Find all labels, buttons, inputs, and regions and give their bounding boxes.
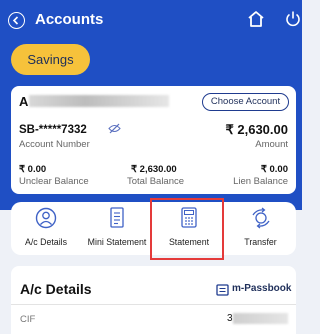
section-title: A/c Details bbox=[20, 281, 92, 297]
masked-name bbox=[29, 95, 169, 107]
total-balance-label: Total Balance bbox=[127, 176, 185, 187]
statement-highlight-box bbox=[150, 198, 224, 260]
document-icon bbox=[110, 207, 124, 228]
unclear-balance-label: Unclear Balance bbox=[19, 176, 89, 187]
account-card: A Choose Account SB-*****7332 Account Nu… bbox=[11, 86, 296, 194]
home-icon[interactable] bbox=[246, 9, 266, 29]
amount-label: Amount bbox=[255, 139, 288, 150]
app-header: Accounts Savings A Choose Account SB-***… bbox=[0, 0, 302, 210]
ac-details-section: A/c Details m-Passbook CIF 3 bbox=[11, 266, 296, 334]
action-mini-statement[interactable]: Mini Statement bbox=[81, 202, 153, 255]
action-label: Mini Statement bbox=[87, 237, 147, 247]
account-number-label: Account Number bbox=[19, 139, 90, 150]
page-title: Accounts bbox=[35, 11, 104, 28]
masked-cif bbox=[233, 313, 288, 324]
account-holder-name: A bbox=[19, 94, 29, 109]
transfer-icon bbox=[251, 207, 270, 229]
eye-off-icon[interactable] bbox=[108, 123, 121, 134]
cif-label: CIF bbox=[20, 314, 36, 325]
power-icon[interactable] bbox=[285, 10, 301, 28]
action-transfer[interactable]: Transfer bbox=[225, 202, 296, 255]
action-label: Transfer bbox=[244, 237, 277, 247]
divider bbox=[11, 304, 296, 305]
action-ac-details[interactable]: A/c Details bbox=[11, 202, 81, 255]
account-number: SB-*****7332 bbox=[19, 124, 87, 136]
lien-balance-value: ₹ 0.00 bbox=[260, 164, 288, 175]
savings-tab[interactable]: Savings bbox=[11, 44, 90, 75]
cif-value: 3 bbox=[227, 313, 233, 324]
user-circle-icon bbox=[35, 207, 57, 229]
total-balance-value: ₹ 2,630.00 bbox=[131, 164, 177, 175]
m-passbook-link[interactable]: m-Passbook bbox=[232, 283, 291, 294]
lien-balance-label: Lien Balance bbox=[233, 176, 288, 187]
amount-value: ₹ 2,630.00 bbox=[225, 122, 289, 137]
back-icon[interactable] bbox=[8, 12, 25, 29]
unclear-balance-value: ₹ 0.00 bbox=[19, 164, 47, 175]
choose-account-button[interactable]: Choose Account bbox=[202, 93, 289, 111]
action-label: A/c Details bbox=[24, 237, 68, 247]
passbook-icon[interactable] bbox=[216, 284, 229, 296]
